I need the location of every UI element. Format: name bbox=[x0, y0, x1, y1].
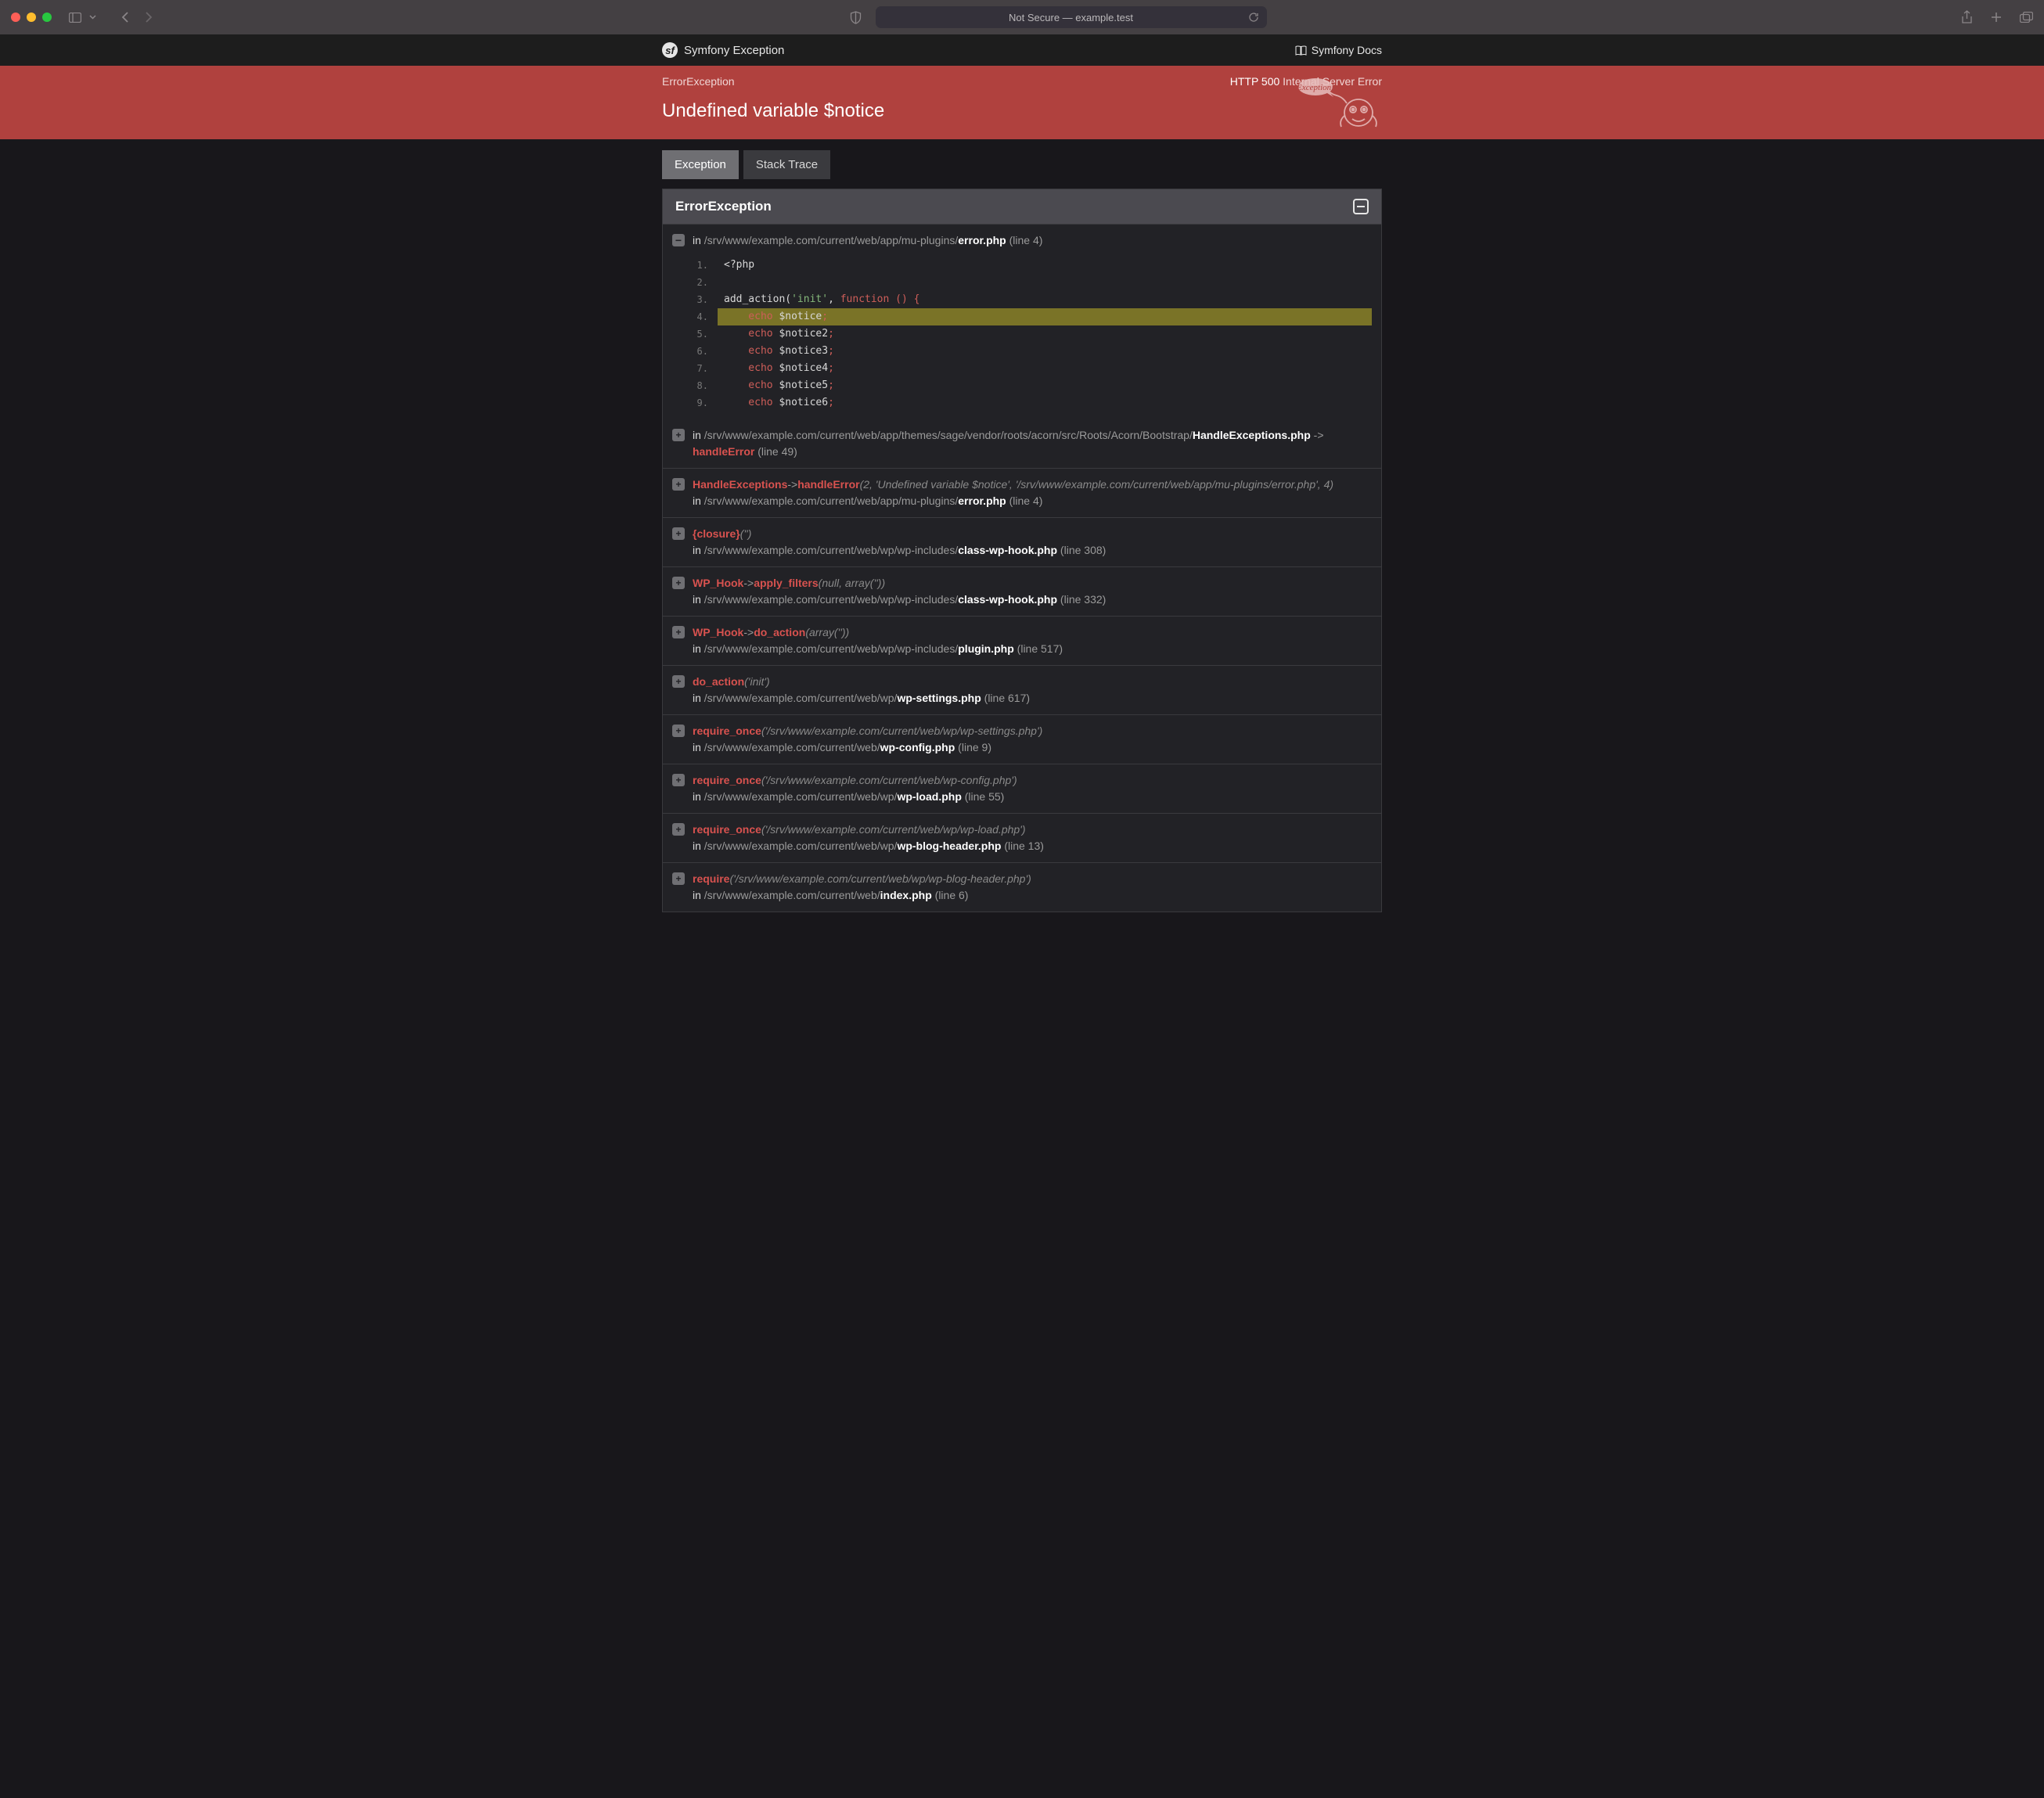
frame-call[interactable]: do_action('init') bbox=[693, 674, 1372, 690]
docs-label: Symfony Docs bbox=[1312, 44, 1382, 56]
frame-call[interactable]: in /srv/www/example.com/current/web/app/… bbox=[693, 427, 1372, 460]
lineno: 6. bbox=[693, 343, 718, 360]
tab-bar: Exception Stack Trace bbox=[662, 150, 1382, 179]
browser-chrome: Not Secure — example.test bbox=[0, 0, 2044, 34]
symfony-mascot: Exception! bbox=[1296, 75, 1382, 131]
code-line: echo $notice3; bbox=[718, 343, 1372, 360]
frame-call[interactable]: {closure}('') bbox=[693, 526, 1372, 542]
sidebar-icon[interactable] bbox=[69, 11, 81, 23]
symfony-topbar: sf Symfony Exception Symfony Docs bbox=[0, 34, 2044, 66]
code-line: echo $notice5; bbox=[718, 377, 1372, 394]
expand-frame-button[interactable]: + bbox=[672, 774, 685, 786]
lineno: 5. bbox=[693, 325, 718, 343]
stack-frame: + require_once('/srv/www/example.com/curr… bbox=[663, 714, 1381, 764]
stack-frame: + require('/srv/www/example.com/current/w… bbox=[663, 862, 1381, 912]
code-line bbox=[718, 274, 1372, 291]
stack-frame-expanded: − in /srv/www/example.com/current/web/ap… bbox=[663, 224, 1381, 419]
code-line: add_action('init', function () { bbox=[718, 291, 1372, 308]
code-line: <?php bbox=[718, 257, 1372, 274]
tab-stack-trace[interactable]: Stack Trace bbox=[743, 150, 830, 179]
lineno: 8. bbox=[693, 377, 718, 394]
panel-title: ErrorException bbox=[675, 199, 772, 214]
error-title: Undefined variable $notice bbox=[662, 100, 1382, 122]
frame-location[interactable]: in /srv/www/example.com/current/web/wp/w… bbox=[693, 641, 1372, 657]
frame-call[interactable]: require_once('/srv/www/example.com/curre… bbox=[693, 723, 1372, 739]
frame-location[interactable]: in /srv/www/example.com/current/web/wp-c… bbox=[693, 739, 1372, 756]
lineno: 7. bbox=[693, 360, 718, 377]
frame-call[interactable]: HandleExceptions->handleError(2, 'Undefi… bbox=[693, 476, 1372, 493]
stack-frame: + WP_Hook->apply_filters(null, array(''))… bbox=[663, 566, 1381, 616]
stack-frame: + {closure}('')in /srv/www/example.com/cu… bbox=[663, 517, 1381, 566]
stack-frame: + require_once('/srv/www/example.com/curr… bbox=[663, 813, 1381, 862]
stack-frame: + in /srv/www/example.com/current/web/app… bbox=[663, 419, 1381, 468]
expand-frame-button[interactable]: + bbox=[672, 823, 685, 836]
frame-location[interactable]: in /srv/www/example.com/current/web/wp/w… bbox=[693, 838, 1372, 854]
expand-frame-button[interactable]: + bbox=[672, 577, 685, 589]
brand-text: Symfony Exception bbox=[684, 44, 784, 57]
mascot-bubble-text: Exception! bbox=[1296, 83, 1334, 92]
address-text: Not Secure — example.test bbox=[1009, 12, 1133, 23]
code-snippet: 1.<?php 2. 3.add_action('init', function… bbox=[693, 257, 1372, 412]
lineno: 1. bbox=[693, 257, 718, 274]
frame-location[interactable]: in /srv/www/example.com/current/web/wp/w… bbox=[693, 592, 1372, 608]
expand-frame-button[interactable]: + bbox=[672, 675, 685, 688]
code-line-highlighted: echo $notice; bbox=[718, 308, 1372, 325]
expand-frame-button[interactable]: + bbox=[672, 478, 685, 491]
content-area: Exception Stack Trace ErrorException − i… bbox=[662, 139, 1382, 944]
frame-location[interactable]: in /srv/www/example.com/current/web/wp/w… bbox=[693, 542, 1372, 559]
frame-location[interactable]: in /srv/www/example.com/current/web/wp/w… bbox=[693, 690, 1372, 707]
close-window-button[interactable] bbox=[11, 13, 20, 22]
frame-call[interactable]: require_once('/srv/www/example.com/curre… bbox=[693, 772, 1372, 789]
traffic-lights bbox=[11, 13, 52, 22]
chevron-down-icon[interactable] bbox=[86, 11, 99, 23]
code-line: echo $notice4; bbox=[718, 360, 1372, 377]
tabs-overview-icon[interactable] bbox=[2020, 12, 2033, 23]
code-line: echo $notice6; bbox=[718, 394, 1372, 412]
share-icon[interactable] bbox=[1961, 10, 1973, 24]
code-line: echo $notice2; bbox=[718, 325, 1372, 343]
lineno: 3. bbox=[693, 291, 718, 308]
frame-location[interactable]: in /srv/www/example.com/current/web/app/… bbox=[693, 232, 1372, 249]
stack-frame: + WP_Hook->do_action(array(''))in /srv/ww… bbox=[663, 616, 1381, 665]
lineno: 4. bbox=[693, 308, 718, 325]
http-code: HTTP 500 bbox=[1230, 75, 1280, 88]
back-button[interactable] bbox=[119, 11, 131, 23]
stack-frame: + do_action('init')in /srv/www/example.co… bbox=[663, 665, 1381, 714]
expand-frame-button[interactable]: + bbox=[672, 626, 685, 638]
frame-call[interactable]: WP_Hook->apply_filters(null, array('')) bbox=[693, 575, 1372, 592]
minimize-window-button[interactable] bbox=[27, 13, 36, 22]
frame-location[interactable]: in /srv/www/example.com/current/web/inde… bbox=[693, 887, 1372, 904]
lineno: 2. bbox=[693, 274, 718, 291]
maximize-window-button[interactable] bbox=[42, 13, 52, 22]
tab-exception[interactable]: Exception bbox=[662, 150, 739, 179]
reload-icon[interactable] bbox=[1248, 12, 1259, 23]
collapse-frame-button[interactable]: − bbox=[672, 234, 685, 246]
docs-link[interactable]: Symfony Docs bbox=[1295, 44, 1382, 56]
expand-frame-button[interactable]: + bbox=[672, 527, 685, 540]
forward-button[interactable] bbox=[142, 11, 155, 23]
lineno: 9. bbox=[693, 394, 718, 412]
collapse-all-button[interactable] bbox=[1353, 199, 1369, 214]
frame-location[interactable]: in /srv/www/example.com/current/web/app/… bbox=[693, 493, 1372, 509]
expand-frame-button[interactable]: + bbox=[672, 725, 685, 737]
frame-call[interactable]: require('/srv/www/example.com/current/we… bbox=[693, 871, 1372, 887]
exception-panel: ErrorException − in /srv/www/example.com… bbox=[662, 189, 1382, 912]
error-banner: ErrorException HTTP 500 Internal Server … bbox=[0, 66, 2044, 139]
brand: sf Symfony Exception bbox=[662, 42, 784, 58]
privacy-shield-icon[interactable] bbox=[850, 11, 862, 24]
exception-class[interactable]: ErrorException bbox=[662, 75, 735, 88]
stack-frame: + require_once('/srv/www/example.com/curr… bbox=[663, 764, 1381, 813]
page-body: sf Symfony Exception Symfony Docs ErrorE… bbox=[0, 34, 2044, 1798]
frame-call[interactable]: require_once('/srv/www/example.com/curre… bbox=[693, 822, 1372, 838]
frame-location[interactable]: in /srv/www/example.com/current/web/wp/w… bbox=[693, 789, 1372, 805]
expand-frame-button[interactable]: + bbox=[672, 872, 685, 885]
new-tab-icon[interactable] bbox=[1990, 11, 2003, 23]
book-icon bbox=[1295, 45, 1307, 56]
stack-frame: + HandleExceptions->handleError(2, 'Undef… bbox=[663, 468, 1381, 517]
panel-header[interactable]: ErrorException bbox=[663, 189, 1381, 224]
address-bar[interactable]: Not Secure — example.test bbox=[876, 6, 1267, 28]
expand-frame-button[interactable]: + bbox=[672, 429, 685, 441]
frame-call[interactable]: WP_Hook->do_action(array('')) bbox=[693, 624, 1372, 641]
symfony-logo-icon: sf bbox=[662, 42, 678, 58]
